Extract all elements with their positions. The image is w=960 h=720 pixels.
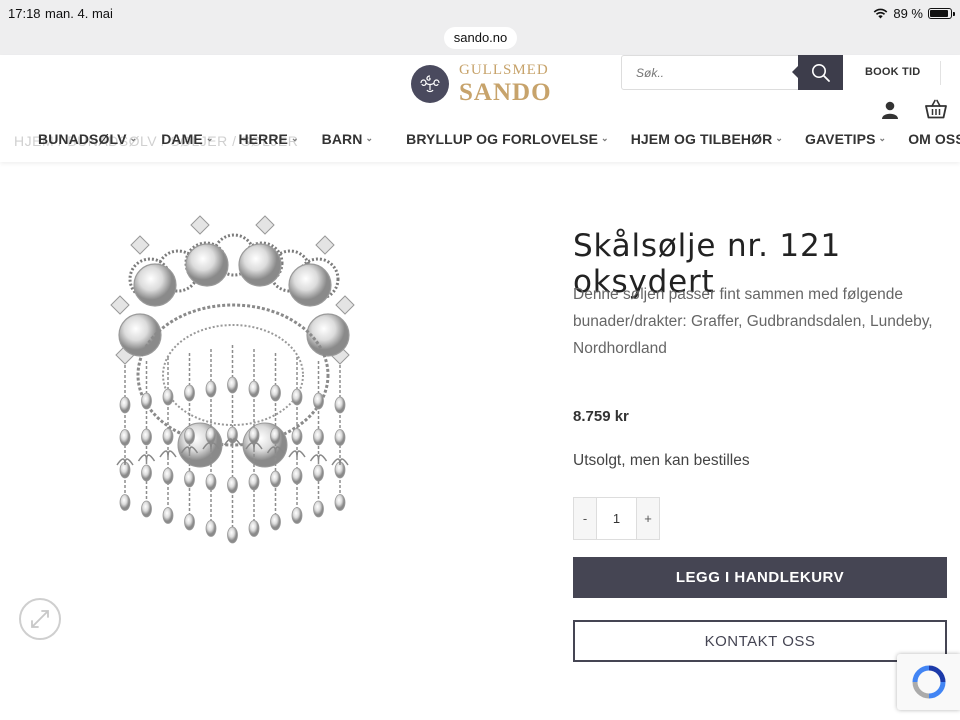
chevron-down-icon: ⌄ [878,132,887,143]
logo-mark-icon [411,65,449,103]
quantity-input[interactable] [596,498,637,539]
nav-item-label: OM OSS [908,131,960,147]
zoom-button[interactable] [19,598,61,640]
logo[interactable]: GULLSMED SANDO [411,63,552,105]
stock-status: Utsolgt, men kan bestilles [573,452,750,469]
nav-item-label: BARN [321,131,363,147]
cart-icon[interactable] [925,99,947,119]
status-time: 17:18 [8,6,41,21]
search-icon [811,63,830,82]
header-divider [940,61,941,85]
nav-item[interactable]: BUNADSØLV ⌄ [38,131,137,147]
status-right: 89 % [873,6,955,21]
nav-item-label: BUNADSØLV [38,131,127,147]
chevron-down-icon: ⌄ [365,132,374,143]
contact-button[interactable]: KONTAKT OSS [573,620,947,662]
nav-item-label: DAME [161,131,203,147]
recaptcha-icon [912,665,945,699]
logo-text-bottom: SANDO [459,79,552,106]
battery-icon [928,8,955,19]
chevron-down-icon: ⌄ [205,132,214,143]
nav-item[interactable]: BRYLLUP OG FORLOVELSE ⌄ [406,131,609,147]
chevron-down-icon: ⌄ [290,132,299,143]
nav-item-label: BRYLLUP OG FORLOVELSE [406,131,599,147]
search-button[interactable] [792,55,843,90]
status-date: man. 4. mai [45,6,113,21]
qty-plus-button[interactable]: + [637,498,659,539]
chevron-down-icon: ⌄ [601,132,609,143]
add-to-cart-button[interactable]: LEGG I HANDLEKURV [573,557,947,598]
book-tid-link[interactable]: BOOK TID [865,66,920,78]
nav-item-label: GAVETIPS [804,131,876,147]
product-price: 8.759 kr [573,408,629,425]
recaptcha-badge[interactable] [897,654,960,710]
status-bar: 17:18 man. 4. mai 89 % sando.no [0,0,960,55]
main-nav: BUNADSØLV ⌄ DAME ⌄ HERRE ⌄ BARN ⌄ BRYLLUP OG FOR… [38,131,960,147]
nav-item[interactable]: DAME ⌄ [161,131,213,147]
wifi-icon [874,8,888,19]
nav-item[interactable]: HJEM OG TILBEHØR ⌄ [631,131,783,147]
search-box [621,55,843,90]
nav-item[interactable]: GAVETIPS ⌄ [805,131,886,147]
chevron-down-icon: ⌄ [129,132,138,143]
nav-item[interactable]: BARN ⌄ [322,131,374,147]
nav-item[interactable]: HERRE ⌄ [238,131,298,147]
zoom-icon [31,610,49,628]
user-icon[interactable] [880,100,900,120]
quantity-stepper: - + [573,497,660,540]
url-bar[interactable]: sando.no [444,27,517,49]
nav-item-label: HERRE [238,131,288,147]
qty-minus-button[interactable]: - [574,498,596,539]
site-header: GULLSMED SANDO BOOK TID HJEM / BUNADSØLV… [0,55,960,162]
nav-item[interactable]: OM OSS⌄ [908,131,960,147]
product-image[interactable] [100,215,365,630]
chevron-down-icon: ⌄ [775,132,783,143]
product-description: Denne søljen passer fint sammen med følg… [573,286,933,357]
battery-percent: 89 % [893,6,923,21]
logo-text-top: GULLSMED [459,62,549,78]
search-input[interactable] [622,56,792,89]
nav-item-label: HJEM OG TILBEHØR [630,131,773,147]
